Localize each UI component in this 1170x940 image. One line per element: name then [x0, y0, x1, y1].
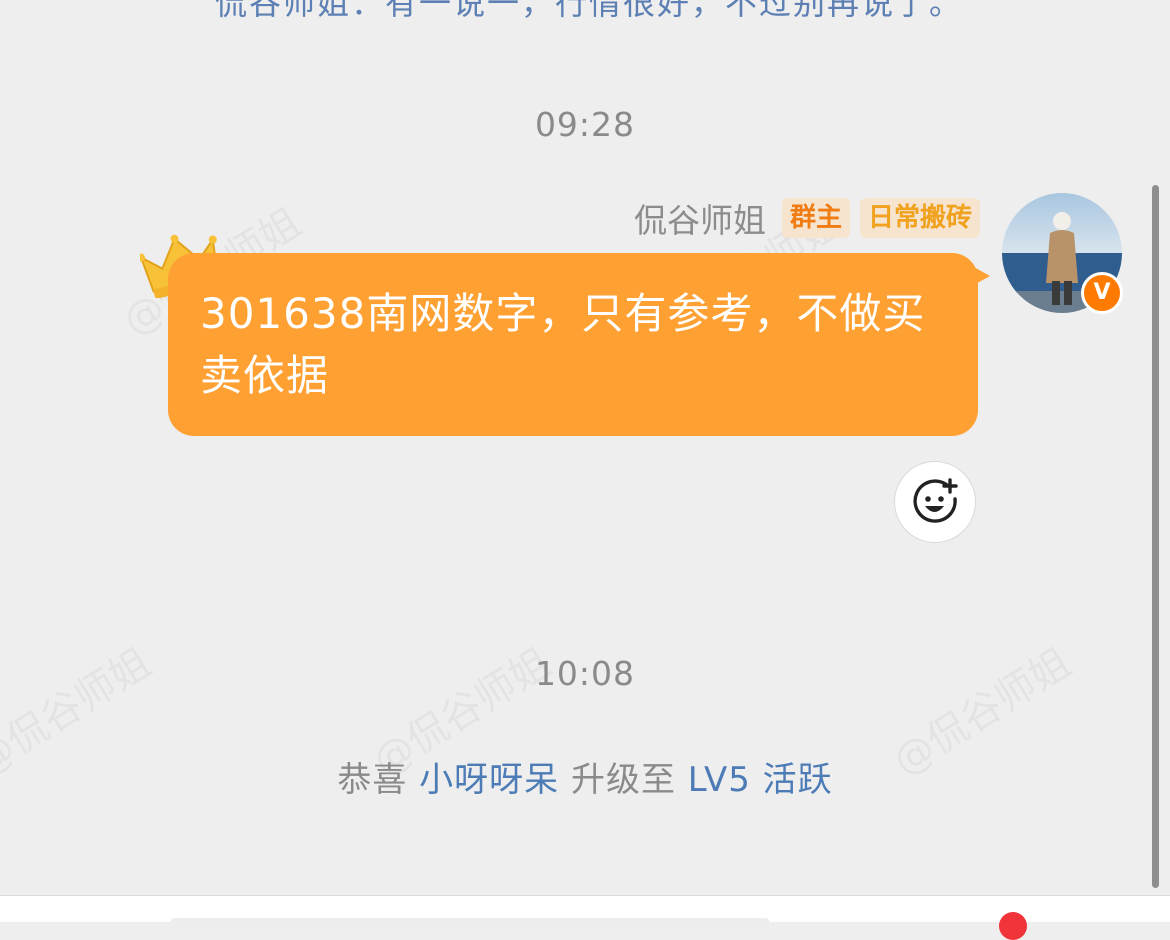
sender-name[interactable]: 侃谷师姐 [634, 194, 766, 242]
message-input[interactable] [170, 918, 770, 928]
system-level-link[interactable]: LV5 活跃 [688, 760, 833, 800]
verified-badge-icon: V [1081, 272, 1123, 314]
notification-dot-icon [999, 912, 1027, 940]
system-middle: 升级至 [570, 760, 676, 800]
system-prefix: 恭喜 [337, 760, 408, 800]
previous-message-partial: 侃谷师姐：有一说一，行情很好，不过别再说了。 [215, 0, 964, 22]
member-title-badge: 日常搬砖 [859, 198, 980, 238]
group-owner-badge: 群主 [781, 198, 850, 238]
scrollbar[interactable] [1152, 185, 1159, 888]
timestamp: 09:28 [534, 105, 636, 144]
message-bubble[interactable]: 301638南网数字，只有参考，不做买卖依据 [168, 253, 978, 436]
message-text: 301638南网数字，只有参考，不做买卖依据 [200, 289, 926, 400]
sender-row: 侃谷师姐 群主 日常搬砖 [634, 196, 980, 240]
system-message: 恭喜 小呀呀呆 升级至 LV5 活跃 [0, 752, 1170, 801]
smiley-plus-icon [913, 478, 958, 523]
system-user-link[interactable]: 小呀呀呆 [419, 760, 559, 800]
timestamp: 10:08 [534, 654, 636, 693]
add-reaction-button[interactable] [894, 461, 976, 543]
